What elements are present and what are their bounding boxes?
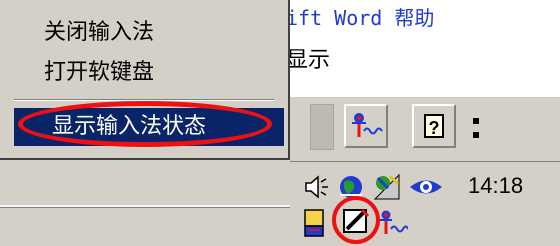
help-icon: ? [424,114,444,138]
menu-item-close-ime[interactable]: 关闭输入法 [44,18,274,48]
annotation-circle [332,196,380,244]
ime-pinyin-icon[interactable] [378,208,408,238]
toolbar-grip[interactable] [468,108,484,148]
help-button[interactable]: ? [412,104,456,148]
taskbar-left-area [0,160,290,246]
background-window-text: 显示 [286,48,331,73]
annotation-ellipse [18,101,272,147]
speaker-icon[interactable] [304,174,332,200]
taskbar-divider [0,205,290,208]
toolbar-grip-icon [473,118,479,124]
satellite-icon[interactable] [372,172,402,202]
tray-clock[interactable]: 14:18 [468,172,523,200]
menu-item-open-soft-keyboard[interactable]: 打开软键盘 [44,58,274,88]
ime-status-icon [349,109,383,143]
background-window-title: ift Word 帮助 [286,6,435,30]
ime-status-button[interactable] [344,104,388,148]
ime-indicator-icon[interactable] [302,208,328,238]
eye-icon[interactable] [408,174,444,200]
toolbar-separator [310,104,334,150]
